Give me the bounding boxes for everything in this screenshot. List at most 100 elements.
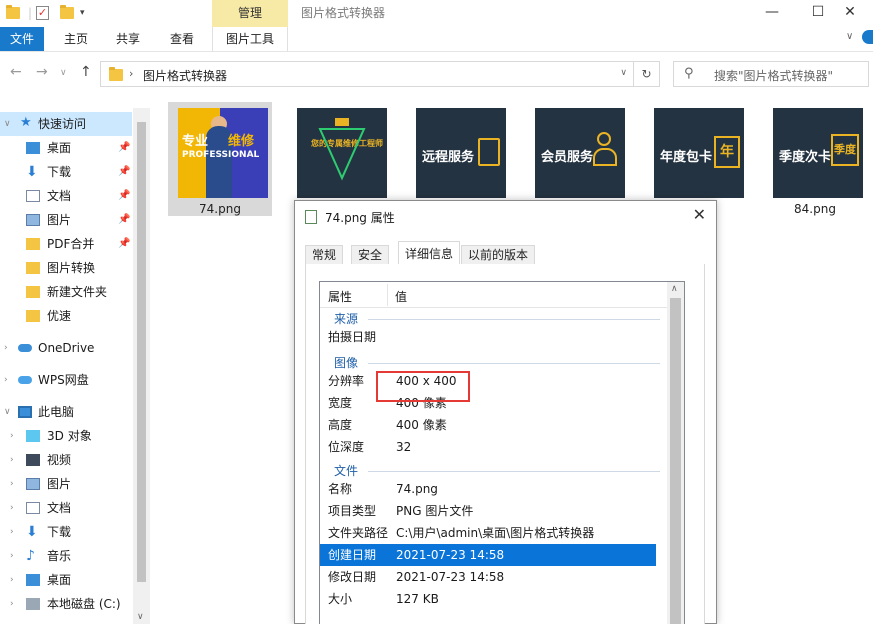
file-item[interactable]: 会员服务 <box>525 102 629 216</box>
folder-icon <box>109 67 123 81</box>
sidebar-item-image-convert[interactable]: 图片转换 <box>0 256 132 280</box>
sidebar-item-pictures[interactable]: 图片 📌 <box>0 208 132 232</box>
property-list-scrollbar[interactable]: ∧ <box>667 282 684 624</box>
table-row[interactable]: 位深度 32 <box>320 436 668 458</box>
sidebar-item-desktop-pc[interactable]: › 桌面 <box>0 568 132 592</box>
back-arrow-icon[interactable]: ← <box>10 64 22 80</box>
file-item[interactable]: 远程服务 <box>406 102 510 216</box>
tab-file[interactable]: 文件 <box>0 27 44 51</box>
file-name: 84.png <box>794 202 836 216</box>
table-row[interactable]: 大小 127 KB <box>320 588 668 610</box>
quick-access-folder-icon[interactable] <box>6 4 20 22</box>
table-row[interactable]: 分辨率 400 x 400 <box>320 370 668 392</box>
download-icon: ⬇ <box>26 164 38 180</box>
expand-chevron-icon[interactable]: › <box>4 368 8 392</box>
search-placeholder: 搜索"图片格式转换器" <box>714 69 834 83</box>
expand-chevron-icon[interactable]: › <box>10 472 14 496</box>
sidebar-item-yousu[interactable]: 优速 <box>0 304 132 328</box>
tab-general[interactable]: 常规 <box>305 245 344 265</box>
table-row[interactable]: 名称 74.png <box>320 478 668 500</box>
address-dropdown-icon[interactable]: ∨ <box>620 68 627 78</box>
expand-chevron-icon[interactable]: ∨ <box>4 112 11 136</box>
refresh-icon[interactable]: ↻ <box>634 61 660 87</box>
table-row[interactable]: 拍摄日期 <box>320 326 668 348</box>
expand-chevron-icon[interactable]: › <box>10 520 14 544</box>
collapse-ribbon-icon[interactable]: ∨ <box>846 31 853 42</box>
file-item[interactable]: 专业 维修 PROFESSIONAL 74.png <box>168 102 272 216</box>
sidebar-item-videos[interactable]: › 视频 <box>0 448 132 472</box>
breadcrumb-chevron-icon[interactable]: › <box>129 67 133 80</box>
sidebar-scrollbar[interactable]: ∨ <box>133 108 150 624</box>
pictures-icon <box>26 478 40 490</box>
sidebar-item-documents[interactable]: 文档 📌 <box>0 184 132 208</box>
expand-chevron-icon[interactable]: › <box>4 336 8 360</box>
scrollbar-thumb[interactable] <box>670 298 681 624</box>
expand-chevron-icon[interactable]: › <box>10 496 14 520</box>
tab-picture-tools[interactable]: 图片工具 <box>212 27 288 51</box>
sidebar-item-pictures-pc[interactable]: › 图片 <box>0 472 132 496</box>
sidebar-item-downloads-pc[interactable]: › ⬇ 下载 <box>0 520 132 544</box>
new-folder-icon[interactable] <box>60 4 74 22</box>
tab-previous-versions[interactable]: 以前的版本 <box>461 245 536 265</box>
scroll-down-arrow-icon[interactable]: ∨ <box>137 612 144 622</box>
customize-toolbar-dropdown-icon[interactable]: ▾ <box>80 4 85 22</box>
column-header-value[interactable]: 值 <box>395 288 407 305</box>
table-row[interactable]: 修改日期 2021-07-23 14:58 <box>320 566 668 588</box>
desktop-icon <box>26 574 40 586</box>
tab-share[interactable]: 共享 <box>108 27 148 51</box>
sidebar-item-music[interactable]: › ♪ 音乐 <box>0 544 132 568</box>
expand-chevron-icon[interactable]: › <box>10 424 14 448</box>
sidebar-item-desktop[interactable]: 桌面 📌 <box>0 136 132 160</box>
file-name: 74.png <box>199 202 241 216</box>
dialog-close-button[interactable]: ✕ <box>693 205 706 224</box>
help-icon[interactable] <box>862 30 873 44</box>
pictures-icon <box>26 214 40 226</box>
expand-chevron-icon[interactable]: › <box>10 544 14 568</box>
sidebar-item-new-folder[interactable]: 新建文件夹 <box>0 280 132 304</box>
sidebar-item-documents-pc[interactable]: › 文档 <box>0 496 132 520</box>
sidebar-item-wps-drive[interactable]: › WPS网盘 <box>0 368 132 392</box>
cloud-icon <box>18 376 32 384</box>
scrollbar-thumb[interactable] <box>137 122 146 582</box>
pin-icon: 📌 <box>118 142 131 153</box>
address-bar[interactable]: › 图片格式转换器 ∨ <box>100 61 634 87</box>
sidebar-item-pdf-merge[interactable]: PDF合并 📌 <box>0 232 132 256</box>
sidebar-item-3d-objects[interactable]: › 3D 对象 <box>0 424 132 448</box>
forward-arrow-icon[interactable]: → <box>36 64 48 80</box>
tab-home[interactable]: 主页 <box>56 27 96 51</box>
file-item[interactable]: 年度包卡 年 <box>644 102 748 216</box>
sidebar-item-onedrive[interactable]: › OneDrive <box>0 336 132 360</box>
column-header-property[interactable]: 属性 <box>328 288 352 305</box>
file-item[interactable]: 您的专属维修工程师 <box>287 102 391 216</box>
sidebar-item-local-disk-c[interactable]: › 本地磁盘 (C:) <box>0 592 132 616</box>
close-button[interactable]: ✕ <box>827 0 873 27</box>
table-row[interactable]: 文件夹路径 C:\用户\admin\桌面\图片格式转换器 <box>320 522 668 544</box>
tab-manage[interactable]: 管理 <box>212 0 288 27</box>
expand-chevron-icon[interactable]: ∨ <box>4 400 11 424</box>
search-input[interactable]: ⚲ 搜索"图片格式转换器" <box>673 61 869 87</box>
recent-locations-chevron-icon[interactable]: ∨ <box>60 68 67 78</box>
tab-security[interactable]: 安全 <box>351 245 390 265</box>
properties-check-icon[interactable]: ✓ <box>36 4 49 22</box>
property-list[interactable]: 属性 值 来源 拍摄日期 图像 分辨率 400 x 400 宽度 400 像素 … <box>319 281 685 624</box>
table-row-selected[interactable]: 创建日期 2021-07-23 14:58 <box>320 544 656 566</box>
file-item[interactable]: 季度次卡 季度 84.png <box>763 102 867 216</box>
dialog-tabs: 常规 安全 详细信息 以前的版本 <box>305 241 705 266</box>
tab-view[interactable]: 查看 <box>162 27 202 51</box>
expand-chevron-icon[interactable]: › <box>10 448 14 472</box>
table-row[interactable]: 高度 400 像素 <box>320 414 668 436</box>
sidebar-item-quick-access[interactable]: ∨ ★ 快速访问 <box>0 112 132 136</box>
expand-chevron-icon[interactable]: › <box>10 568 14 592</box>
minimize-button[interactable]: — <box>749 0 795 27</box>
breadcrumb-current-folder[interactable]: 图片格式转换器 <box>143 67 227 84</box>
title-bar: | ✓ ▾ 管理 图片格式转换器 — ☐ ✕ <box>0 0 873 27</box>
table-row[interactable]: 项目类型 PNG 图片文件 <box>320 500 668 522</box>
scroll-up-arrow-icon[interactable]: ∧ <box>671 284 678 294</box>
tab-details[interactable]: 详细信息 <box>398 241 461 266</box>
navigation-pane: ∨ ★ 快速访问 桌面 📌 ⬇ 下载 📌 文档 📌 图片 📌 PDF合并 📌 图… <box>0 108 150 624</box>
up-arrow-icon[interactable]: ↑ <box>80 64 92 80</box>
expand-chevron-icon[interactable]: › <box>10 592 14 616</box>
sidebar-item-this-pc[interactable]: ∨ 此电脑 <box>0 400 132 424</box>
table-row[interactable]: 宽度 400 像素 <box>320 392 668 414</box>
sidebar-item-downloads[interactable]: ⬇ 下载 📌 <box>0 160 132 184</box>
